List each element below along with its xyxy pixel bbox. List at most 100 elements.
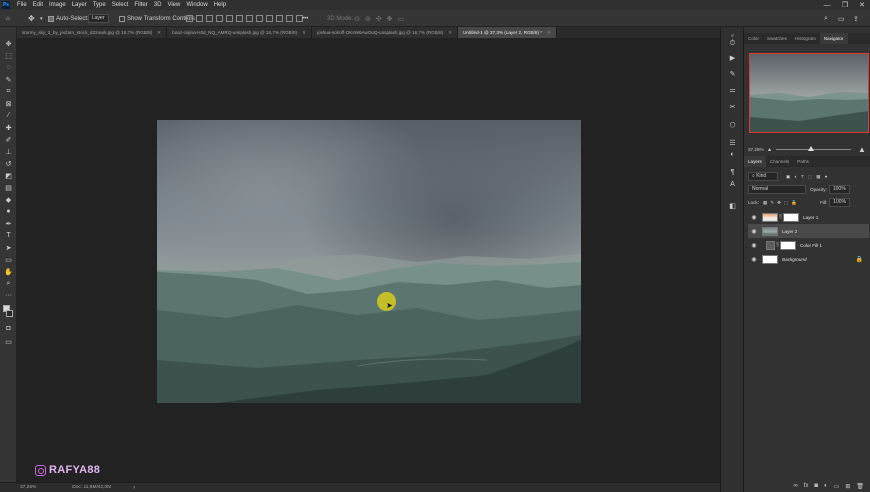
pen-tool-icon[interactable]: ✒ bbox=[3, 219, 14, 228]
align-left-icon[interactable] bbox=[186, 15, 193, 22]
properties-panel-icon[interactable]: ☰ bbox=[728, 138, 737, 147]
restore-button[interactable]: ❐ bbox=[838, 0, 852, 10]
close-button[interactable]: ✕ bbox=[855, 0, 869, 10]
visibility-eye-icon[interactable]: ◉ bbox=[750, 256, 758, 263]
libraries-panel-icon[interactable]: ◧ bbox=[728, 201, 737, 210]
quick-mask-icon[interactable]: ◘ bbox=[3, 324, 14, 333]
screen-mode-icon[interactable]: ▭ bbox=[3, 337, 14, 346]
search-icon[interactable]: ⌕ bbox=[824, 13, 828, 24]
menu-3d[interactable]: 3D bbox=[151, 0, 165, 10]
layer-mask-thumbnail[interactable] bbox=[783, 212, 799, 222]
path-selection-tool-icon[interactable]: ➤ bbox=[3, 243, 14, 252]
eraser-tool-icon[interactable]: ◩ bbox=[3, 171, 14, 180]
menu-window[interactable]: Window bbox=[183, 0, 210, 10]
tab-layers[interactable]: Layers bbox=[744, 156, 766, 167]
photoshop-logo[interactable]: Ps bbox=[2, 1, 10, 9]
new-layer-icon[interactable]: ⊞ bbox=[845, 483, 850, 490]
add-mask-icon[interactable]: ◙ bbox=[814, 483, 818, 489]
actions-panel-icon[interactable]: ▶ bbox=[728, 53, 737, 62]
dodge-tool-icon[interactable]: ● bbox=[3, 207, 14, 216]
opacity-field[interactable]: 100% bbox=[828, 185, 850, 194]
close-tab-icon[interactable]: ✕ bbox=[547, 30, 551, 36]
edit-toolbar-icon[interactable]: ··· bbox=[3, 291, 14, 300]
tab-navigator[interactable]: Navigator bbox=[819, 33, 848, 44]
layer-row[interactable]: ◉ Background 🔒 bbox=[748, 252, 869, 266]
menu-image[interactable]: Image bbox=[46, 0, 69, 10]
menu-view[interactable]: View bbox=[164, 0, 183, 10]
frame-tool-icon[interactable]: ⊠ bbox=[3, 99, 14, 108]
layer-row-selected[interactable]: ◉ Layer 2 bbox=[748, 224, 869, 238]
lasso-tool-icon[interactable]: ◌ bbox=[3, 63, 14, 72]
new-group-icon[interactable]: ▭ bbox=[834, 483, 840, 490]
menu-type[interactable]: Type bbox=[90, 0, 109, 10]
visibility-eye-icon[interactable]: ◉ bbox=[750, 228, 758, 235]
layer-row[interactable]: ◉ § Layer 1 bbox=[748, 210, 869, 224]
3d-slide-icon[interactable]: ✥ bbox=[387, 15, 393, 23]
close-tab-icon[interactable]: ✕ bbox=[448, 30, 452, 36]
brush-tool-icon[interactable]: ✐ bbox=[3, 135, 14, 144]
document-canvas-image[interactable] bbox=[157, 120, 581, 403]
adjust-panel-icon[interactable]: ◐ bbox=[728, 150, 737, 159]
tool-presets-panel-icon[interactable]: ✂ bbox=[728, 102, 737, 111]
menu-help[interactable]: Help bbox=[211, 0, 229, 10]
3d-pan-icon[interactable]: ✣ bbox=[376, 15, 382, 23]
distribute-top-icon[interactable] bbox=[246, 15, 253, 22]
type-tool-icon[interactable]: T bbox=[3, 231, 14, 240]
status-chevron-icon[interactable]: › bbox=[133, 485, 135, 491]
color-swatches[interactable] bbox=[3, 305, 14, 319]
distribute-vcenter-icon[interactable] bbox=[256, 15, 263, 22]
tab-swatches[interactable]: Swatches bbox=[763, 33, 791, 44]
healing-brush-tool-icon[interactable]: ✚ bbox=[3, 123, 14, 132]
layer-row[interactable]: ◉ § Color Fill 1 bbox=[748, 238, 869, 252]
menu-file[interactable]: File bbox=[14, 0, 30, 10]
share-icon[interactable]: ⇪ bbox=[853, 13, 859, 24]
document-tab-active[interactable]: Untitled-1 @ 37,3% (Layer 2, RGB/8) * ✕ bbox=[458, 27, 557, 38]
menu-select[interactable]: Select bbox=[109, 0, 132, 10]
navigator-zoom-slider-thumb[interactable] bbox=[808, 146, 815, 151]
tab-color[interactable]: Color bbox=[744, 33, 763, 44]
document-tab[interactable]: stormy_sky_3_by_jecfarn_stock_d22oark.jp… bbox=[17, 27, 168, 38]
tab-channels[interactable]: Channels bbox=[766, 156, 793, 167]
distribute-left-icon[interactable] bbox=[276, 15, 283, 22]
fill-field[interactable]: 100% bbox=[829, 198, 851, 207]
menu-layer[interactable]: Layer bbox=[69, 0, 90, 10]
status-zoom[interactable]: 37,26% bbox=[20, 485, 36, 490]
link-layers-icon[interactable]: ∞ bbox=[793, 483, 797, 489]
align-vcenter-icon[interactable] bbox=[226, 15, 233, 22]
document-tab[interactable]: boaz-cajina-H0d_NQ_AMRQ-unsplash.jpg @ 1… bbox=[167, 27, 312, 38]
marquee-tool-icon[interactable]: ⬚ bbox=[3, 51, 14, 60]
layer-filter-dropdown[interactable]: ⌕ Kind bbox=[748, 172, 778, 181]
hand-tool-icon[interactable]: ✋ bbox=[3, 267, 14, 276]
document-tab[interactable]: joshua-sokoff-OKsW6AwOuQ-unsplash.jpg @ … bbox=[311, 27, 459, 38]
3d-orbit-icon[interactable]: ⊙ bbox=[354, 15, 360, 23]
menu-filter[interactable]: Filter bbox=[131, 0, 150, 10]
zoom-in-icon[interactable]: ▲ bbox=[858, 145, 866, 154]
quick-select-tool-icon[interactable]: ✎ bbox=[3, 75, 14, 84]
navigator-view-box[interactable] bbox=[749, 53, 869, 133]
adjustments-panel-icon[interactable]: ⚌ bbox=[728, 85, 737, 94]
tab-histogram[interactable]: Histogram bbox=[791, 33, 820, 44]
background-color-swatch[interactable] bbox=[6, 310, 13, 317]
show-transform-checkbox[interactable]: Show Transform Controls bbox=[119, 13, 195, 24]
align-hcenter-icon[interactable] bbox=[196, 15, 203, 22]
brush-settings-panel-icon[interactable]: ✎ bbox=[728, 69, 737, 78]
visibility-eye-icon[interactable]: ◉ bbox=[750, 214, 758, 221]
lock-icons[interactable]: ▦✎✥⬚🔒 bbox=[763, 200, 800, 206]
history-brush-tool-icon[interactable]: ↺ bbox=[3, 159, 14, 168]
adjustment-layer-icon[interactable]: ◐ bbox=[824, 483, 828, 489]
more-options-icon[interactable]: ••• bbox=[302, 13, 308, 24]
zoom-tool-icon[interactable]: ⌕ bbox=[3, 279, 14, 288]
align-right-icon[interactable] bbox=[206, 15, 213, 22]
auto-select-target-dropdown[interactable]: Layer bbox=[88, 13, 109, 24]
home-icon[interactable]: ⌂ bbox=[6, 13, 10, 24]
gradient-tool-icon[interactable]: ▤ bbox=[3, 183, 14, 192]
3d-scale-icon[interactable]: ▭ bbox=[398, 15, 405, 23]
move-tool-icon[interactable]: ✥ bbox=[3, 39, 14, 48]
rectangle-tool-icon[interactable]: ▭ bbox=[3, 255, 14, 264]
3d-roll-icon[interactable]: ⊚ bbox=[365, 15, 371, 23]
align-bottom-icon[interactable] bbox=[236, 15, 243, 22]
layer-mask-thumbnail[interactable] bbox=[780, 240, 796, 250]
auto-select-checkbox[interactable]: Auto-Select: bbox=[48, 13, 89, 24]
layer-filter-icons[interactable]: ▣◐T⬚▩● bbox=[786, 174, 831, 180]
align-top-icon[interactable] bbox=[216, 15, 223, 22]
